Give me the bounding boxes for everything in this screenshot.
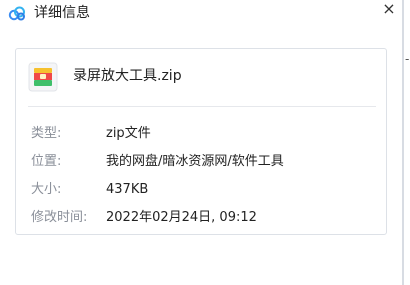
file-details-panel: 录屏放大工具.zip 类型: zip文件 位置: 我的网盘/暗冰资源网/软件工具…	[15, 48, 387, 235]
type-label: 类型:	[31, 126, 62, 141]
edge-mark: -	[405, 52, 410, 66]
modified-time-value: 2022年02月24日, 09:12	[106, 210, 257, 225]
size-label: 大小:	[31, 182, 62, 197]
cloud-icon	[8, 6, 25, 21]
type-value: zip文件	[106, 126, 151, 141]
location-label: 位置:	[31, 154, 62, 169]
close-button[interactable]: ×	[378, 0, 400, 20]
detail-row-modified: 修改时间: 2022年02月24日, 09:12	[16, 209, 386, 227]
size-value: 437KB	[106, 182, 149, 197]
detail-row-location: 位置: 我的网盘/暗冰资源网/软件工具	[16, 153, 386, 171]
detail-row-type: 类型: zip文件	[16, 125, 386, 143]
zip-archive-icon	[28, 62, 58, 92]
detail-row-size: 大小: 437KB	[16, 181, 386, 199]
window-title: 详细信息	[34, 5, 90, 21]
modified-time-label: 修改时间:	[31, 210, 88, 225]
title-bar: 详细信息 ×	[0, 0, 410, 28]
close-icon[interactable]: ×	[382, 0, 395, 18]
window-edge	[402, 0, 404, 285]
location-value: 我的网盘/暗冰资源网/软件工具	[106, 154, 284, 169]
file-name: 录屏放大工具.zip	[73, 68, 182, 84]
divider	[28, 106, 376, 107]
